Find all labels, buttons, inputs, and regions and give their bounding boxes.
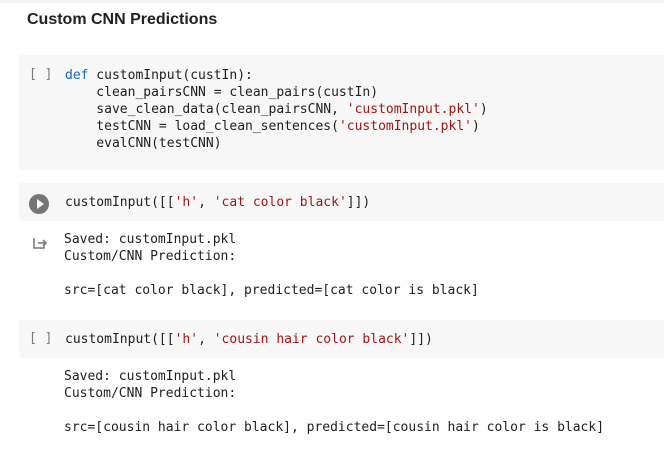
output-line: Custom/CNN Prediction: bbox=[64, 249, 237, 264]
code-text[interactable]: customInput([['h', 'cat color black']]) bbox=[65, 194, 370, 211]
cell-run-bracket[interactable]: [ ] bbox=[29, 331, 52, 346]
code-cell-def[interactable]: [ ] def customInput(custIn): clean_pairs… bbox=[19, 55, 664, 170]
code-call: customInput([[ bbox=[65, 332, 175, 347]
code-sep: , bbox=[198, 332, 214, 347]
cell-output: Saved: customInput.pkl Custom/CNN Predic… bbox=[64, 368, 604, 436]
cell-run-bracket[interactable]: [ ] bbox=[29, 67, 52, 82]
code-text[interactable]: customInput([['h', 'cousin hair color bl… bbox=[65, 331, 433, 348]
code-line-4a: testCNN = load_clean_sentences( bbox=[80, 119, 339, 134]
code-string: 'cousin hair color black' bbox=[213, 332, 410, 347]
code-close: ]]) bbox=[346, 195, 371, 210]
output-line: Saved: customInput.pkl bbox=[64, 232, 237, 247]
code-string: 'h' bbox=[174, 332, 199, 347]
top-divider bbox=[0, 0, 664, 3]
code-string: 'customInput.pkl' bbox=[338, 119, 472, 134]
code-line-4b: ) bbox=[472, 119, 480, 134]
code-close: ]]) bbox=[409, 332, 433, 347]
code-string: 'cat color black' bbox=[213, 195, 347, 210]
code-line-2: clean_pairsCNN = clean_pairs(custIn) bbox=[80, 85, 379, 100]
code-string: 'customInput.pkl' bbox=[346, 102, 480, 117]
code-call: customInput([[ bbox=[65, 195, 175, 210]
play-circle-icon[interactable] bbox=[29, 194, 49, 214]
code-string: 'h' bbox=[174, 195, 199, 210]
section-heading: Custom CNN Predictions bbox=[27, 11, 218, 28]
keyword-def: def bbox=[65, 68, 89, 83]
code-sep: , bbox=[198, 195, 214, 210]
code-cell-run-1[interactable]: customInput([['h', 'cat color black']]) … bbox=[19, 183, 664, 303]
output-line: Saved: customInput.pkl bbox=[64, 369, 237, 384]
code-line-1: customInput(custIn): bbox=[88, 68, 253, 83]
code-cell-run-2[interactable]: [ ] customInput([['h', 'cousin hair colo… bbox=[19, 320, 664, 440]
cell-output: Saved: customInput.pkl Custom/CNN Predic… bbox=[64, 231, 479, 299]
output-arrow-icon[interactable] bbox=[32, 235, 48, 251]
code-line-3a: save_clean_data(clean_pairsCNN, bbox=[80, 102, 347, 117]
output-line: src=[cat color black], predicted=[cat co… bbox=[64, 283, 479, 298]
code-line-3b: ) bbox=[479, 102, 488, 117]
code-line-5: evalCNN(testCNN) bbox=[80, 136, 222, 151]
output-line: Custom/CNN Prediction: bbox=[64, 386, 237, 401]
output-line: src=[cousin hair color black], predicted… bbox=[64, 420, 605, 435]
code-text[interactable]: def customInput(custIn): clean_pairsCNN … bbox=[65, 67, 488, 152]
